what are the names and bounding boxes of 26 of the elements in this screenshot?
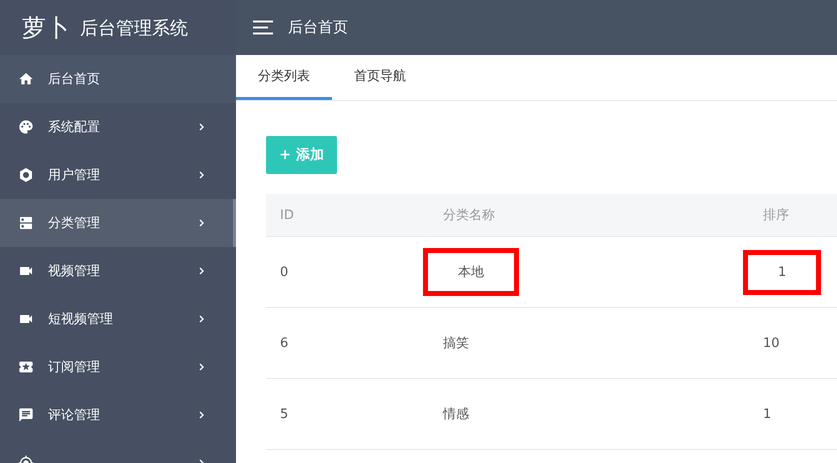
table-cell: 搞笑	[443, 336, 469, 351]
column-header: ID	[279, 208, 295, 222]
palette-icon	[18, 119, 34, 135]
table-cell: 10	[763, 336, 780, 350]
stack-icon	[18, 215, 34, 231]
sidebar-item[interactable]: 分类管理	[0, 199, 236, 247]
ticket-icon	[18, 359, 34, 375]
table-cell: 1	[763, 406, 772, 422]
table-cell: 5	[280, 406, 288, 422]
column-header: 排序	[762, 207, 790, 224]
table-cell: 0	[280, 264, 288, 280]
hexagon-icon	[18, 167, 34, 183]
tab[interactable]: 分类列表	[236, 55, 332, 100]
highlighted-cell: 本地	[423, 248, 519, 296]
comment-icon	[18, 407, 34, 423]
menu-icon[interactable]	[253, 20, 273, 35]
page-title: 后台首页	[288, 18, 348, 37]
tab[interactable]: 首页导航	[332, 55, 428, 100]
logo-brand: 萝卜	[22, 12, 70, 44]
table-cell: 6	[280, 336, 288, 350]
logo-title: 后台管理系统	[80, 16, 188, 40]
home-icon	[18, 71, 34, 87]
table-cell: 情感	[443, 407, 469, 422]
highlighted-cell: 1	[743, 250, 822, 294]
sidebar-item[interactable]: 后台首页	[0, 55, 236, 103]
column-header: 分类名称	[442, 207, 496, 224]
